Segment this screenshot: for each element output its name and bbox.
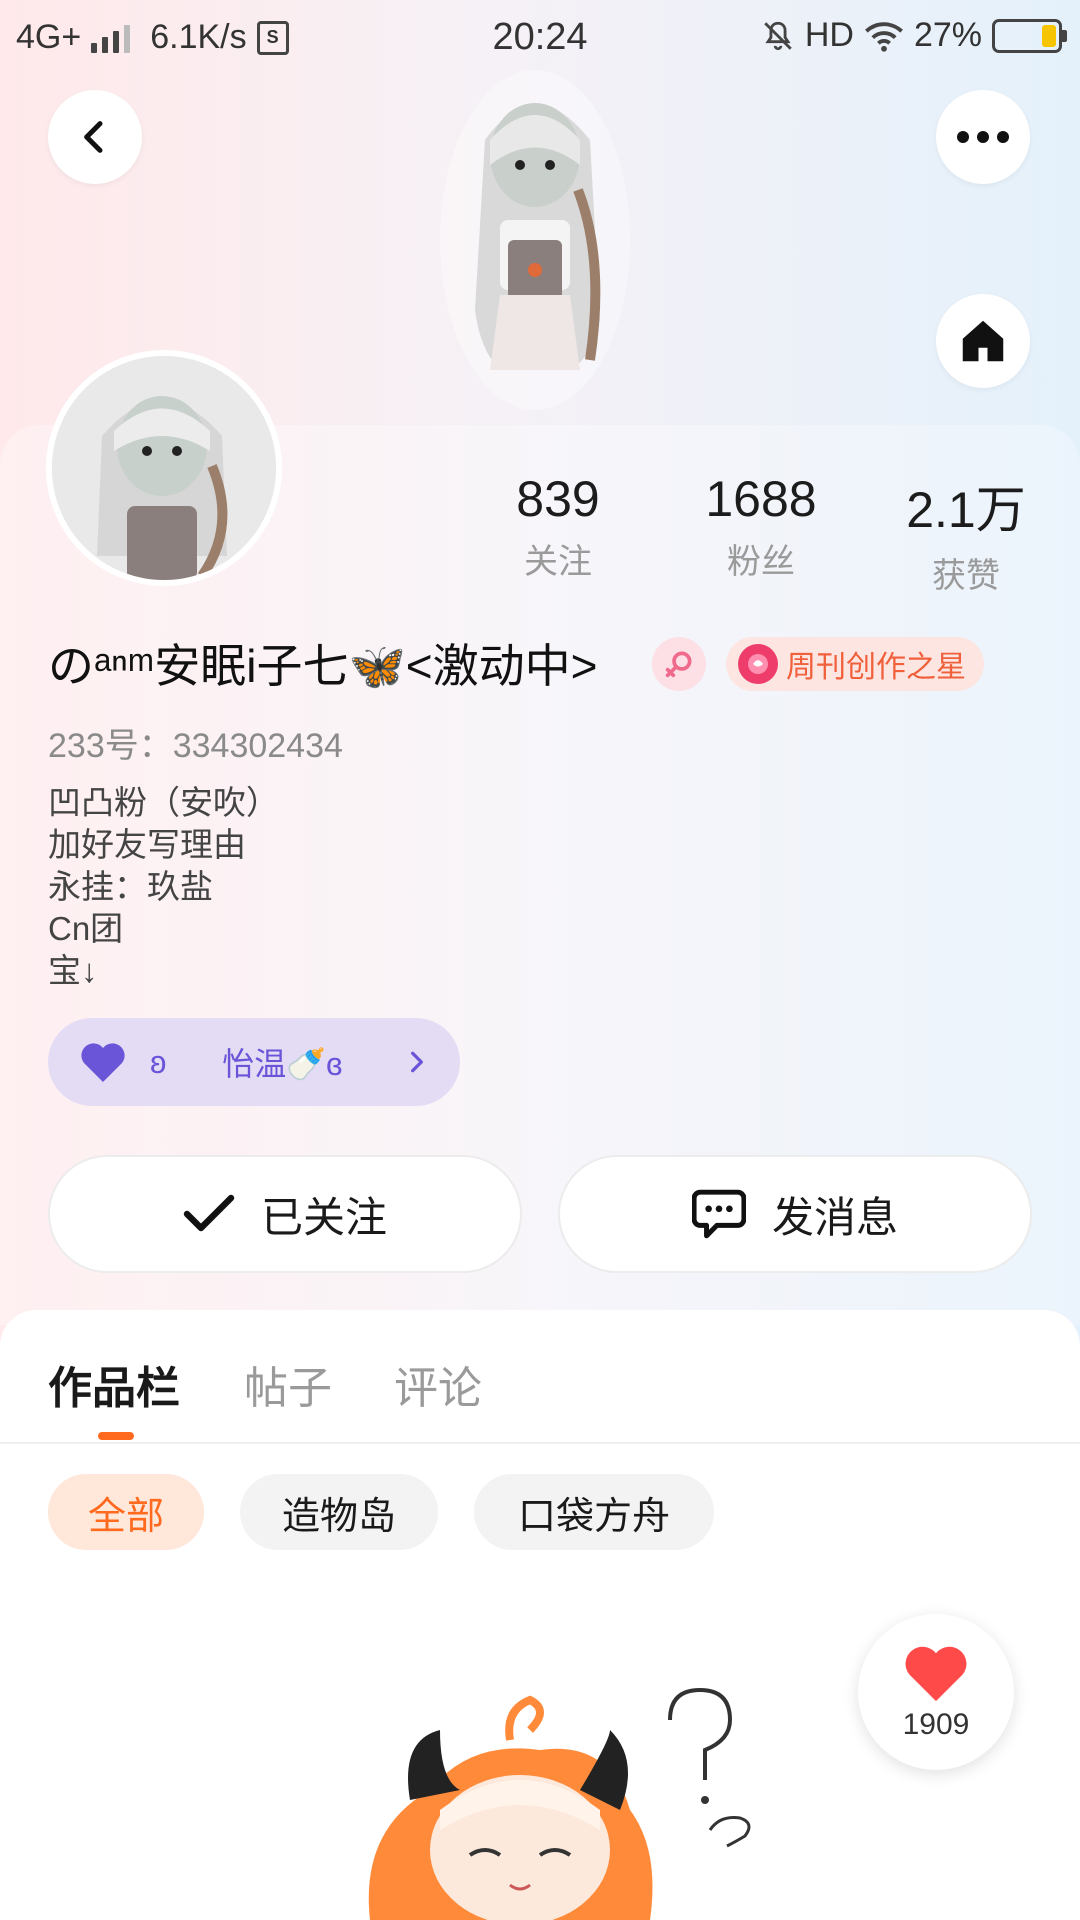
bio-line: 加好友写理由: [48, 826, 246, 863]
avatar[interactable]: [46, 350, 282, 586]
bio-line: 永挂：玖盐: [48, 868, 213, 905]
bio-line: Cn团: [48, 910, 124, 947]
stat-fans[interactable]: 1688 粉丝: [681, 470, 841, 583]
filter-zaowudao[interactable]: 造物岛: [240, 1474, 438, 1550]
relation-pill[interactable]: ʚ 怡温🍼ɞ: [48, 1018, 460, 1106]
more-dots-icon: [957, 131, 1009, 143]
status-bar: 4G+ 6.1K/s S 20:24 HD 27%: [0, 0, 1080, 78]
message-button[interactable]: 发消息: [558, 1155, 1032, 1273]
tab-posts[interactable]: 帖子: [244, 1352, 332, 1416]
tab-divider: [0, 1442, 1080, 1444]
back-button[interactable]: [48, 90, 142, 184]
like-count: 1909: [902, 1708, 970, 1741]
chevron-right-icon: [411, 1051, 423, 1073]
cover-image: [440, 70, 630, 410]
bio-line: 凹凸粉（安吹）: [48, 784, 279, 821]
status-right: HD 27%: [761, 16, 1067, 55]
like-float-button[interactable]: 1909: [858, 1614, 1014, 1770]
hd-indicator: HD: [804, 16, 854, 54]
chat-bubble-icon: [691, 1189, 746, 1239]
username: のᵃⁿᵐ安眠i子七🦋<激动中>: [48, 640, 598, 692]
stat-value: 2.1万: [906, 482, 1026, 538]
gender-badge: [652, 637, 706, 691]
check-icon: [183, 1194, 235, 1232]
female-icon: [665, 651, 692, 678]
home-icon: [962, 320, 1004, 362]
tab-works[interactable]: 作品栏: [48, 1352, 180, 1416]
mute-bell-icon: [764, 21, 792, 50]
stat-label: 粉丝: [727, 543, 795, 581]
wifi-icon: [865, 21, 903, 52]
stat-label: 关注: [524, 543, 592, 581]
follow-button[interactable]: 已关注: [48, 1155, 522, 1273]
relation-name: 怡温🍼ɞ: [222, 1046, 343, 1082]
bio: 凹凸粉（安吹） 加好友写理由 永挂：玖盐 Cn团 宝↓: [48, 782, 279, 992]
tab-comments[interactable]: 评论: [394, 1352, 482, 1416]
chevron-left-icon: [84, 121, 103, 153]
award-badge[interactable]: 周刊创作之星: [726, 637, 984, 691]
empty-state-mascot: [368, 1687, 751, 1920]
battery-icon: [992, 18, 1067, 53]
award-label: 周刊创作之星: [786, 651, 966, 684]
stat-label: 获赞: [932, 557, 1000, 595]
relation-left: ʚ: [78, 1040, 166, 1084]
filter-all[interactable]: 全部: [48, 1474, 204, 1550]
avatar-image: [52, 356, 276, 580]
follow-label: 已关注: [260, 1193, 387, 1241]
heart-icon: [905, 1646, 967, 1702]
relation-left-text: ʚ: [150, 1043, 167, 1080]
filter-pocket-ark[interactable]: 口袋方舟: [474, 1474, 714, 1550]
message-label: 发消息: [771, 1193, 898, 1241]
stat-value: 1688: [705, 471, 817, 527]
stat-following[interactable]: 839 关注: [478, 470, 638, 583]
tab-indicator: [98, 1432, 134, 1440]
battery-percent: 27%: [913, 16, 982, 54]
more-button[interactable]: [936, 90, 1030, 184]
award-rose-icon: [738, 644, 778, 684]
heart-icon: [81, 1043, 125, 1082]
stat-likes[interactable]: 2.1万 获赞: [886, 470, 1046, 597]
user-id[interactable]: 233号：334302434: [48, 718, 343, 767]
stat-value: 839: [516, 471, 600, 527]
bio-line: 宝↓: [48, 952, 98, 989]
home-button[interactable]: [936, 294, 1030, 388]
